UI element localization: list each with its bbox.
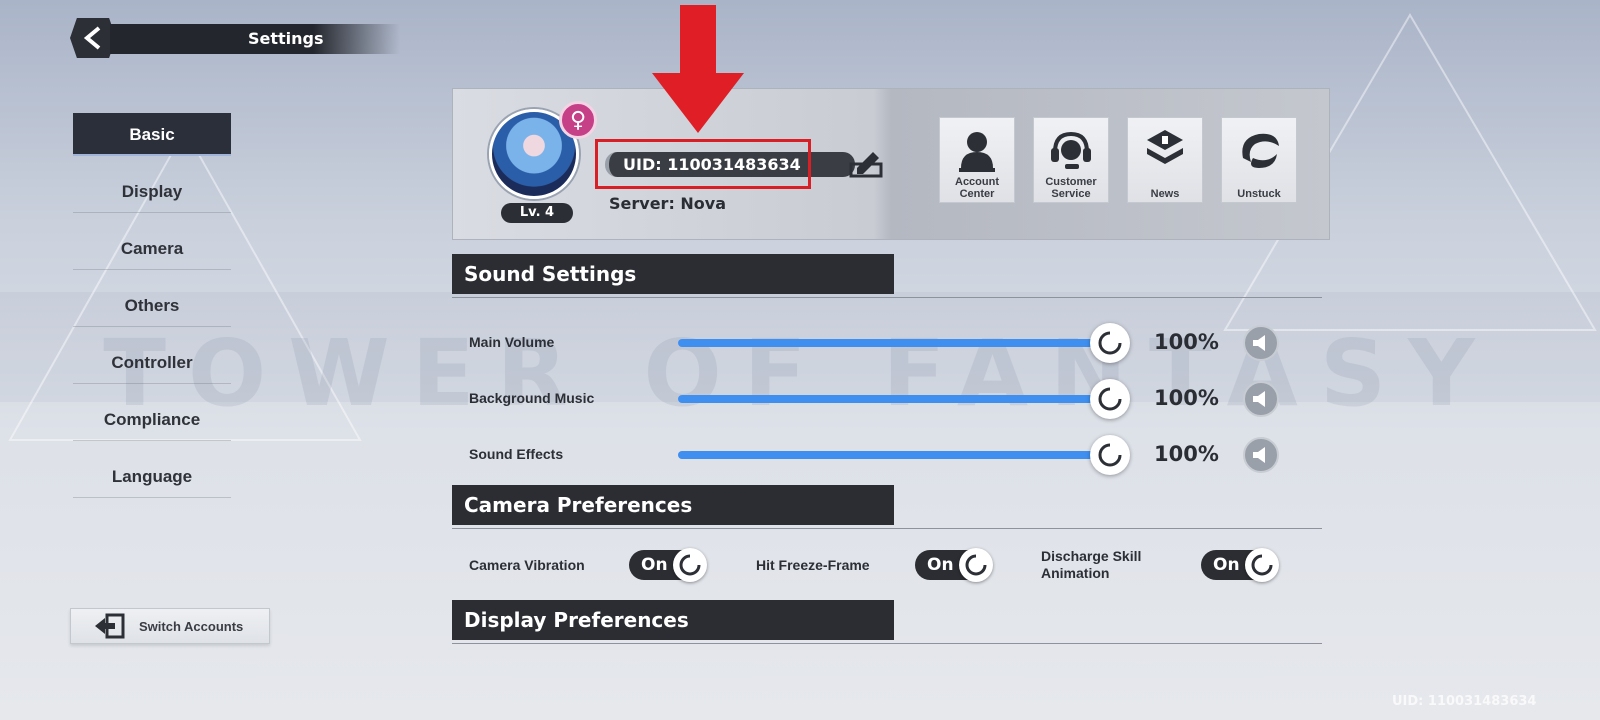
sidebar-item-compliance[interactable]: Compliance xyxy=(73,398,231,441)
account-center-label-2: Center xyxy=(959,188,995,200)
page-title: Settings xyxy=(110,24,400,54)
sidebar-item-camera[interactable]: Camera xyxy=(73,227,231,270)
section-divider xyxy=(452,643,1322,644)
customer-service-label-1: Customer xyxy=(1045,176,1097,188)
toggle-knob xyxy=(959,548,993,582)
news-icon xyxy=(1147,130,1183,164)
footer-uid: UID: 110031483634 xyxy=(1392,694,1537,709)
speaker-icon xyxy=(1253,335,1265,351)
sidebar: Basic Display Camera Others Controller C… xyxy=(73,113,231,512)
server-name: Server: Nova xyxy=(609,194,727,213)
sound-settings-header: Sound Settings xyxy=(452,254,894,294)
background-music-label: Background Music xyxy=(469,390,595,406)
main-volume-mute-button[interactable] xyxy=(1243,325,1279,361)
edit-pencil-icon xyxy=(849,152,883,178)
toggle-knob xyxy=(1245,548,1279,582)
account-center-button[interactable]: Account Center xyxy=(939,117,1015,203)
discharge-skill-label-line2: Animation xyxy=(1041,565,1110,581)
slider-knob[interactable] xyxy=(1090,379,1130,419)
slider-fill xyxy=(678,395,1110,403)
uid-highlight-box xyxy=(595,139,811,189)
toggle-knob xyxy=(673,548,707,582)
dial-icon xyxy=(1098,443,1122,467)
main-volume-value: 100% xyxy=(1154,330,1219,354)
unstuck-label-2: Unstuck xyxy=(1237,188,1281,200)
dial-icon xyxy=(1251,554,1273,576)
hit-freeze-frame-label: Hit Freeze-Frame xyxy=(756,557,870,573)
section-divider xyxy=(452,297,1322,298)
dial-icon xyxy=(1098,331,1122,355)
sound-effects-slider[interactable] xyxy=(678,451,1110,459)
account-icon xyxy=(959,132,995,172)
toggle-state: On xyxy=(927,555,954,575)
dial-icon xyxy=(679,554,701,576)
slider-knob[interactable] xyxy=(1090,323,1130,363)
camera-vibration-label: Camera Vibration xyxy=(469,557,585,573)
switch-accounts-label: Switch Accounts xyxy=(139,618,244,634)
slider-fill xyxy=(678,451,1110,459)
customer-service-label-2: Service xyxy=(1051,188,1091,200)
female-icon: ♀ xyxy=(559,101,597,139)
sidebar-item-language[interactable]: Language xyxy=(73,455,231,498)
sound-effects-label: Sound Effects xyxy=(469,446,564,462)
camera-vibration-toggle[interactable]: On xyxy=(629,548,707,582)
dial-icon xyxy=(965,554,987,576)
discharge-skill-animation-label: Discharge Skill Animation xyxy=(1041,548,1141,582)
sound-effects-mute-button[interactable] xyxy=(1243,437,1279,473)
switch-accounts-button[interactable]: Switch Accounts xyxy=(70,608,270,644)
sound-effects-value: 100% xyxy=(1154,442,1219,466)
sidebar-item-controller[interactable]: Controller xyxy=(73,341,231,384)
hit-freeze-frame-toggle[interactable]: On xyxy=(915,548,993,582)
discharge-skill-animation-toggle[interactable]: On xyxy=(1201,548,1279,582)
background-music-value: 100% xyxy=(1154,386,1219,410)
level-badge: Lv. 4 xyxy=(501,203,573,223)
sidebar-item-others[interactable]: Others xyxy=(73,284,231,327)
slider-knob[interactable] xyxy=(1090,435,1130,475)
headset-icon xyxy=(1051,131,1091,169)
back-arrow-icon xyxy=(83,26,101,50)
speaker-icon xyxy=(1253,391,1265,407)
unstuck-icon xyxy=(1242,133,1279,168)
main-volume-label: Main Volume xyxy=(469,334,555,350)
background-music-slider[interactable] xyxy=(678,395,1110,403)
speaker-icon xyxy=(1253,447,1265,463)
unstuck-button[interactable]: Unstuck xyxy=(1221,117,1297,203)
discharge-skill-label-line1: Discharge Skill xyxy=(1041,548,1142,564)
slider-fill xyxy=(678,339,1110,347)
sidebar-item-display[interactable]: Display xyxy=(73,170,231,213)
edit-button[interactable] xyxy=(847,149,887,179)
news-button[interactable]: News xyxy=(1127,117,1203,203)
toggle-state: On xyxy=(641,555,668,575)
toggle-state: On xyxy=(1213,555,1240,575)
camera-preferences-header: Camera Preferences xyxy=(452,485,894,525)
main-volume-slider[interactable] xyxy=(678,339,1110,347)
customer-service-button[interactable]: Customer Service xyxy=(1033,117,1109,203)
game-logo-watermark: TOWER OF FANTASY xyxy=(103,320,1497,427)
profile-card: ♀ Lv. 4 UID: 110031483634 Server: Nova A… xyxy=(452,88,1330,240)
red-arrow-icon xyxy=(652,5,744,133)
background-music-mute-button[interactable] xyxy=(1243,381,1279,417)
dial-icon xyxy=(1098,387,1122,411)
account-center-label-1: Account xyxy=(955,176,999,188)
section-divider xyxy=(452,528,1322,529)
news-label-2: News xyxy=(1150,188,1180,200)
display-preferences-header: Display Preferences xyxy=(452,600,894,640)
logout-icon xyxy=(95,613,125,639)
sidebar-item-basic[interactable]: Basic xyxy=(73,113,231,156)
